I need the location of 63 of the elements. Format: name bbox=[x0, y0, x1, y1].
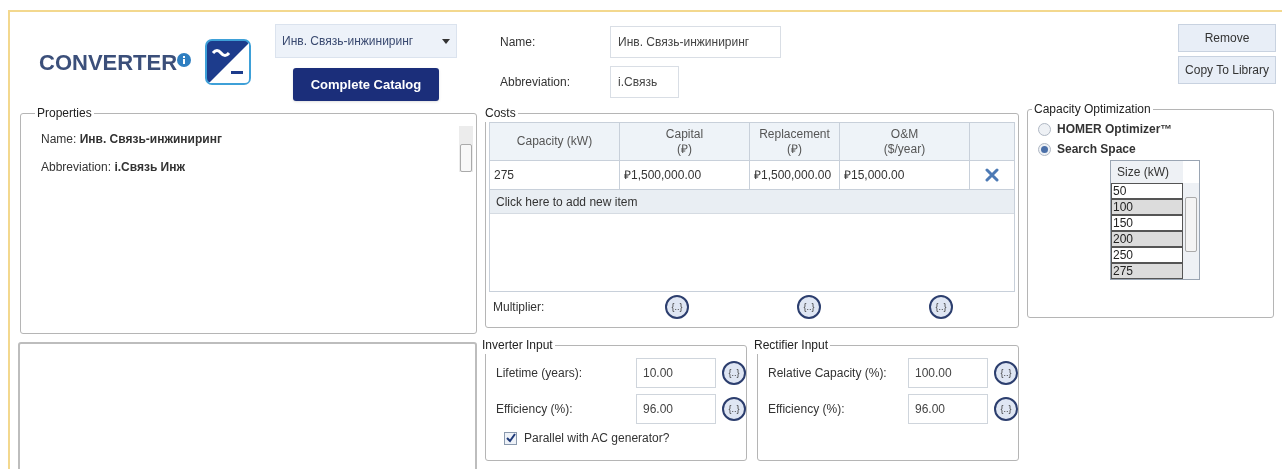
number-field[interactable]: 100.00 bbox=[908, 358, 988, 388]
field-label: Lifetime (years): bbox=[496, 365, 584, 382]
size-cell[interactable]: 250 bbox=[1111, 247, 1183, 263]
text-field[interactable]: i.Связь bbox=[610, 66, 680, 98]
logo-text: CONVERTER bbox=[39, 48, 178, 77]
size-cell[interactable]: 200 bbox=[1111, 231, 1183, 247]
sensitivity-button[interactable]: {..} bbox=[929, 295, 953, 319]
component-dropdown[interactable]: Инв. Связь-инжиниринг bbox=[275, 24, 457, 58]
column-header: O&M ($/year) bbox=[840, 123, 970, 160]
scrollbar-thumb[interactable] bbox=[460, 144, 472, 172]
sensitivity-button[interactable]: {..} bbox=[797, 295, 821, 319]
group-title: Rectifier Input bbox=[753, 337, 830, 354]
group-title: Properties bbox=[36, 105, 93, 122]
table-cell: 275 bbox=[490, 161, 620, 189]
sensitivity-button[interactable]: {..} bbox=[722, 361, 746, 385]
scrollbar[interactable] bbox=[1183, 183, 1199, 279]
field-label: Efficiency (%): bbox=[768, 401, 846, 418]
copy-to-library-button[interactable]: Copy To Library bbox=[1178, 56, 1276, 84]
radio-button[interactable] bbox=[1038, 142, 1051, 156]
size-cell[interactable]: 275 bbox=[1111, 263, 1183, 279]
size-cell[interactable]: 150 bbox=[1111, 215, 1183, 231]
number-field[interactable]: 96.00 bbox=[636, 394, 716, 424]
column-header: Size (kW) bbox=[1111, 161, 1183, 183]
caret-icon bbox=[442, 38, 450, 44]
column-header: Capacity (kW) bbox=[490, 123, 620, 160]
scrollbar-thumb[interactable] bbox=[1185, 197, 1197, 252]
sensitivity-button[interactable]: {..} bbox=[994, 361, 1018, 385]
property-text: Name: Инв. Связь-инжиниринг bbox=[41, 131, 223, 148]
field-label: Efficiency (%): bbox=[496, 401, 574, 418]
checkbox[interactable] bbox=[504, 431, 517, 445]
group-title: Inverter Input bbox=[481, 337, 554, 354]
field-label: Abbreviation: bbox=[500, 74, 572, 91]
property-text: Abbreviation: i.Связь Инж bbox=[41, 159, 186, 176]
column-header: Replacement (₽) bbox=[750, 123, 840, 160]
group-title: Costs bbox=[484, 105, 517, 122]
radio-label: Search Space bbox=[1057, 141, 1136, 158]
check-icon bbox=[505, 433, 516, 443]
number-field[interactable]: 10.00 bbox=[636, 358, 716, 388]
table-cell: ₽1,500,000.00 bbox=[750, 161, 840, 189]
sensitivity-button[interactable]: {..} bbox=[665, 295, 689, 319]
number-field[interactable]: 96.00 bbox=[908, 394, 988, 424]
catalog-button[interactable]: Complete Catalog bbox=[293, 68, 439, 101]
converter-logo-icon bbox=[205, 39, 252, 85]
delete-icon[interactable] bbox=[985, 168, 999, 182]
field-label: Relative Capacity (%): bbox=[768, 365, 888, 382]
table-cell: ₽15,000.00 bbox=[840, 161, 970, 189]
sensitivity-button[interactable]: {..} bbox=[722, 397, 746, 421]
add-item-row[interactable]: Click here to add new item bbox=[490, 190, 1014, 214]
sensitivity-button[interactable]: {..} bbox=[994, 397, 1018, 421]
checkbox-label: Parallel with AC generator? bbox=[524, 430, 670, 447]
field-label: Name: bbox=[500, 34, 537, 51]
scrollbar[interactable] bbox=[459, 126, 473, 172]
table-cell: ₽1,500,000.00 bbox=[620, 161, 750, 189]
remove-button[interactable]: Remove bbox=[1178, 24, 1276, 52]
info-icon bbox=[177, 53, 192, 67]
radio-label: HOMER Optimizer™ bbox=[1057, 121, 1173, 138]
radio-button[interactable] bbox=[1038, 122, 1051, 136]
size-cell[interactable]: 100 bbox=[1111, 199, 1183, 215]
group-title: Capacity Optimization bbox=[1033, 101, 1152, 118]
multiplier-label: Multiplier: bbox=[493, 299, 546, 316]
column-header: Capital (₽) bbox=[620, 123, 750, 160]
text-field[interactable]: Инв. Связь-инжиниринг bbox=[610, 26, 782, 58]
size-cell[interactable]: 50 bbox=[1111, 183, 1183, 199]
